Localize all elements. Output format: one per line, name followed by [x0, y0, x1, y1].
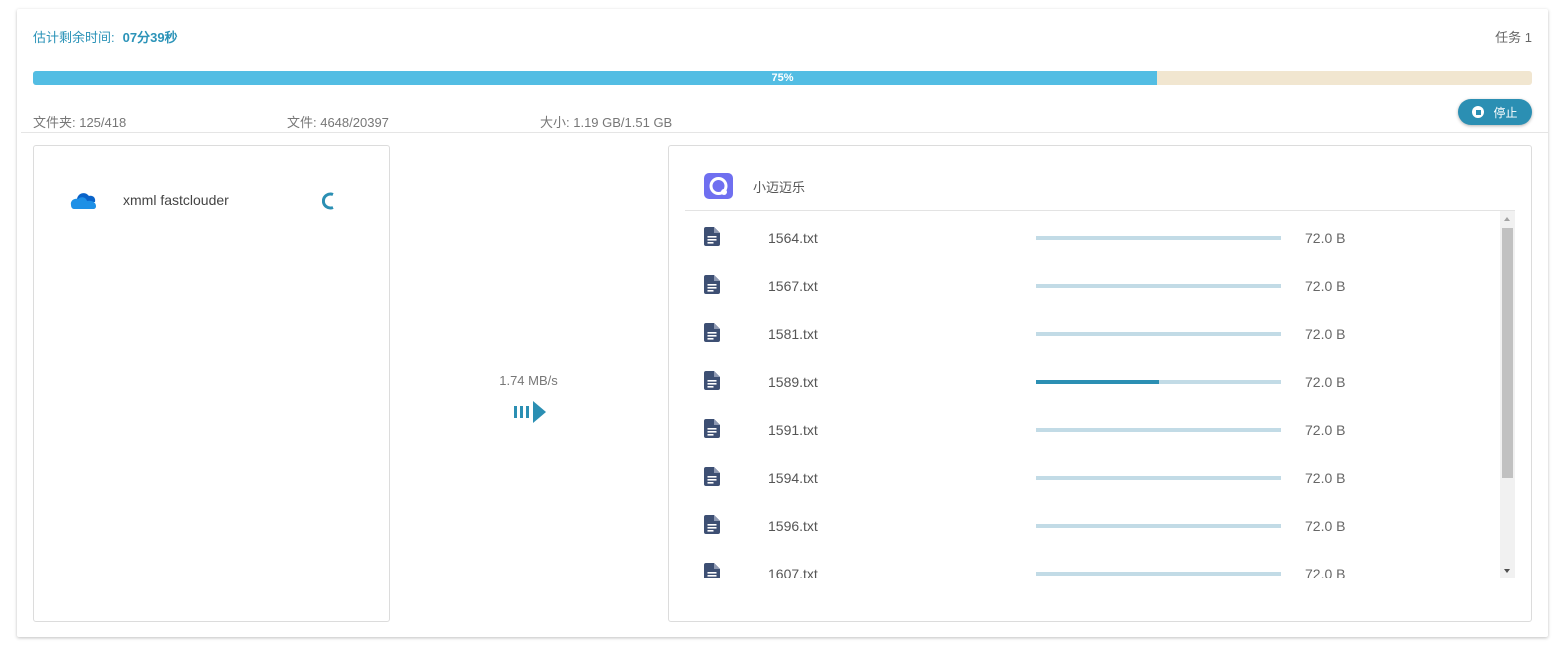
transfer-speed: 1.74 MB/s	[499, 373, 558, 388]
destination-panel: 小迈迈乐 1564.txt 72.0 B 1567.txt 72.0 B 1581.tx…	[668, 145, 1532, 622]
overall-progress-bar: 75%	[33, 71, 1532, 85]
scroll-up-arrow[interactable]	[1500, 211, 1515, 226]
file-list-scrollbar[interactable]	[1500, 211, 1515, 578]
cloud-drive-logo-icon	[704, 173, 733, 199]
file-progress-fill	[1036, 380, 1159, 384]
file-progress-bar	[1036, 380, 1281, 384]
transfer-task-card: 估计剩余时间: 07分39秒 任务 1 75% 文件夹: 125/418 文件: …	[17, 9, 1548, 637]
file-size: 72.0 B	[1305, 230, 1346, 246]
destination-account[interactable]: 小迈迈乐	[704, 173, 805, 199]
text-file-icon	[704, 515, 720, 539]
size-stat: 大小: 1.19 GB/1.51 GB	[540, 115, 673, 130]
file-transfer-list[interactable]: 1564.txt 72.0 B 1567.txt 72.0 B 1581.txt 72.0…	[685, 211, 1499, 578]
file-progress-bar	[1036, 572, 1281, 576]
header-divider	[21, 132, 1548, 133]
file-size: 72.0 B	[1305, 566, 1346, 578]
file-name: 1581.txt	[768, 326, 818, 342]
file-row[interactable]: 1591.txt 72.0 B	[685, 403, 1499, 451]
file-size: 72.0 B	[1305, 422, 1346, 438]
file-row[interactable]: 1564.txt 72.0 B	[685, 211, 1499, 259]
source-account-name: xmml fastclouder	[123, 192, 229, 208]
text-file-icon	[704, 467, 720, 491]
text-file-icon	[704, 563, 720, 578]
file-row[interactable]: 1589.txt 72.0 B	[685, 355, 1499, 403]
file-name: 1591.txt	[768, 422, 818, 438]
file-progress-bar	[1036, 476, 1281, 480]
file-name: 1589.txt	[768, 374, 818, 390]
file-name: 1594.txt	[768, 470, 818, 486]
files-stat: 文件: 4648/20397	[287, 115, 389, 130]
task-label: 任务 1	[1495, 30, 1532, 45]
source-panel: xmml fastclouder	[33, 145, 390, 622]
text-file-icon	[704, 419, 720, 443]
file-row[interactable]: 1567.txt 72.0 B	[685, 259, 1499, 307]
file-size: 72.0 B	[1305, 326, 1346, 342]
file-progress-bar	[1036, 428, 1281, 432]
stop-button-label: 停止	[1493, 105, 1518, 120]
scroll-thumb[interactable]	[1502, 228, 1513, 478]
folders-stat: 文件夹: 125/418	[33, 115, 127, 130]
file-progress-bar	[1036, 284, 1281, 288]
file-progress-bar	[1036, 236, 1281, 240]
file-name: 1564.txt	[768, 230, 818, 246]
transfer-arrow-icon	[514, 401, 546, 423]
destination-account-name: 小迈迈乐	[753, 179, 806, 195]
eta-display: 估计剩余时间: 07分39秒	[33, 27, 178, 46]
eta-label: 估计剩余时间:	[33, 30, 115, 45]
scroll-down-arrow[interactable]	[1500, 563, 1515, 578]
file-row[interactable]: 1607.txt 72.0 B	[685, 547, 1499, 578]
file-row[interactable]: 1581.txt 72.0 B	[685, 307, 1499, 355]
onedrive-cloud-icon	[70, 193, 96, 209]
text-file-icon	[704, 323, 720, 347]
text-file-icon	[704, 371, 720, 395]
file-name: 1596.txt	[768, 518, 818, 534]
file-name: 1607.txt	[768, 566, 818, 578]
file-row[interactable]: 1596.txt 72.0 B	[685, 499, 1499, 547]
file-progress-bar	[1036, 332, 1281, 336]
file-name: 1567.txt	[768, 278, 818, 294]
overall-progress-label: 75%	[771, 72, 794, 84]
text-file-icon	[704, 227, 720, 251]
stop-icon	[1472, 106, 1485, 118]
file-progress-bar	[1036, 524, 1281, 528]
file-size: 72.0 B	[1305, 518, 1346, 534]
source-account[interactable]: xmml fastclouder	[68, 190, 229, 210]
text-file-icon	[704, 275, 720, 299]
file-size: 72.0 B	[1305, 470, 1346, 486]
file-row[interactable]: 1594.txt 72.0 B	[685, 451, 1499, 499]
eta-value: 07分39秒	[122, 30, 178, 45]
loading-spinner-icon	[322, 192, 334, 210]
file-size: 72.0 B	[1305, 278, 1346, 294]
file-size: 72.0 B	[1305, 374, 1346, 390]
stop-button[interactable]: 停止	[1458, 99, 1532, 125]
